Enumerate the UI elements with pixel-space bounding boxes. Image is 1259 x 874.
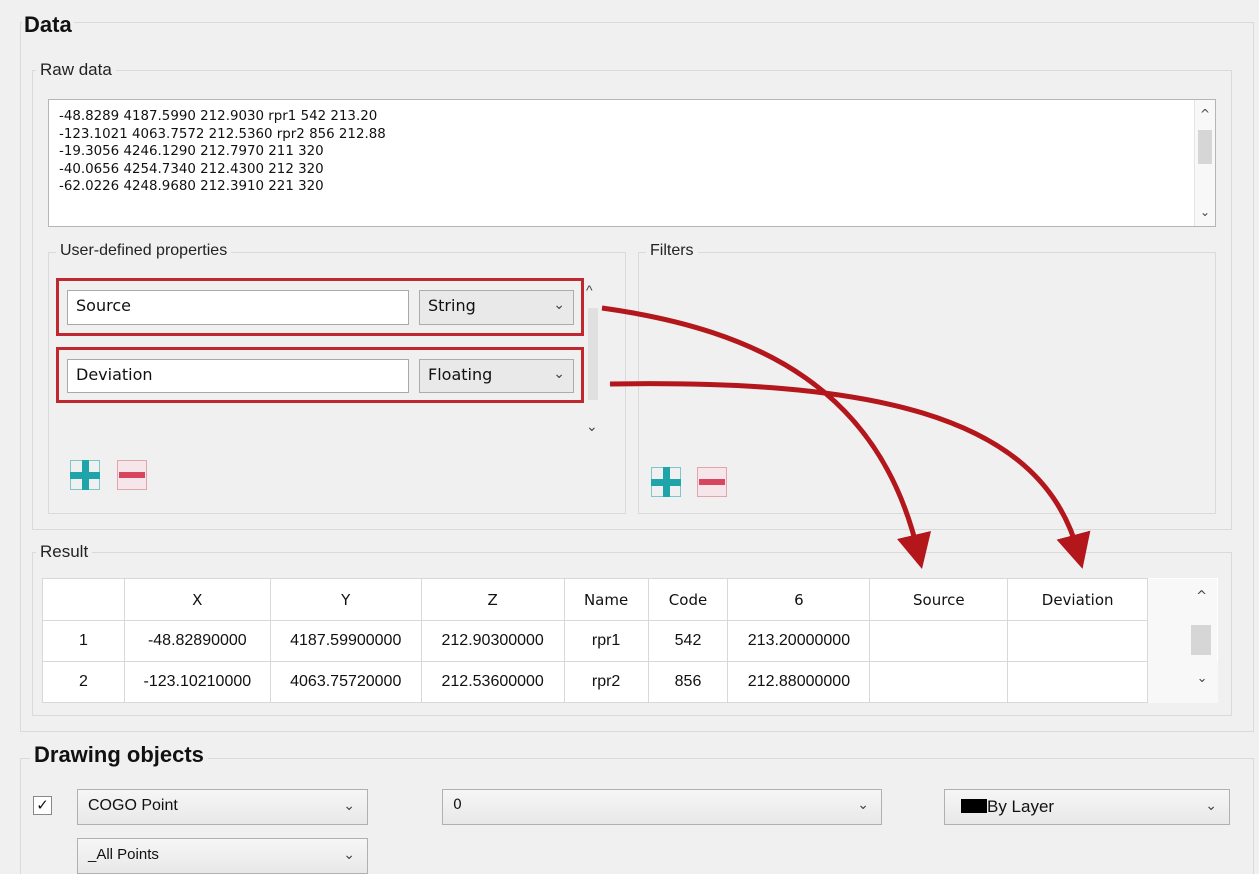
cell-deviation[interactable]	[1007, 661, 1149, 703]
cell-y[interactable]: 4187.59900000	[269, 620, 422, 662]
point-group-dropdown[interactable]: _All Points ⌄	[77, 838, 368, 874]
cell-name[interactable]: rpr1	[563, 620, 649, 662]
property-type-select[interactable]: Floating ⌄	[419, 359, 574, 393]
raw-line: -123.1021 4063.7572 212.5360 rpr2 856 21…	[59, 126, 386, 142]
row-index: 1	[42, 620, 125, 662]
cell-z[interactable]: 212.90300000	[420, 620, 565, 662]
raw-line: -48.8289 4187.5990 212.9030 rpr1 542 213…	[59, 109, 378, 124]
column-header-name[interactable]: Name	[563, 578, 649, 621]
cell-name[interactable]: rpr2	[563, 661, 649, 703]
table-scroll-thumb[interactable]	[1147, 620, 1218, 662]
color-swatch	[961, 799, 987, 813]
cell-x[interactable]: -48.82890000	[123, 620, 271, 662]
add-property-button[interactable]	[70, 460, 100, 490]
property-name-input[interactable]: Deviation	[67, 359, 409, 393]
data-section-title: Data	[22, 12, 74, 38]
cell-6[interactable]: 213.20000000	[727, 620, 871, 662]
chevron-down-icon: ⌄	[343, 846, 355, 862]
raw-line: -40.0656 4254.7340 212.4300 212 320	[59, 161, 324, 177]
property-type-value: Floating	[428, 365, 493, 384]
raw-line: -19.3056 4246.1290 212.7970 211 320	[59, 144, 324, 159]
minus-icon	[699, 479, 725, 485]
column-header-code[interactable]: Code	[647, 578, 729, 621]
column-header-6[interactable]: 6	[727, 578, 871, 621]
column-header-x[interactable]: X	[123, 578, 271, 621]
cell-6[interactable]: 212.88000000	[727, 661, 871, 703]
color-value: By Layer	[987, 797, 1055, 816]
minus-icon	[119, 472, 145, 478]
scroll-up-icon[interactable]: ^	[1196, 589, 1207, 604]
color-dropdown[interactable]: By Layer ⌄	[944, 789, 1230, 825]
cell-deviation[interactable]	[1007, 620, 1149, 662]
scroll-up-icon[interactable]: ^	[586, 282, 593, 298]
object-type-value: COGO Point	[88, 797, 178, 814]
chevron-down-icon: ⌄	[553, 297, 565, 313]
drawing-objects-title: Drawing objects	[30, 742, 208, 768]
row-index: 2	[42, 661, 125, 703]
remove-filter-button[interactable]	[697, 467, 727, 497]
properties-scrollbar[interactable]: ^ ⌄	[586, 282, 600, 438]
cell-source[interactable]	[869, 661, 1009, 703]
cell-z[interactable]: 212.53600000	[420, 661, 565, 703]
filters-label: Filters	[646, 242, 698, 260]
cell-x[interactable]: -123.10210000	[123, 661, 271, 703]
user-props-label: User-defined properties	[56, 242, 232, 260]
table-scrollbar-top[interactable]: ^	[1147, 578, 1218, 621]
scroll-down-icon[interactable]: ⌄	[1195, 204, 1215, 220]
add-filter-button[interactable]	[651, 467, 681, 497]
scroll-up-icon[interactable]: ^	[1195, 106, 1215, 122]
table-row[interactable]: 2 -123.10210000 4063.75720000 212.536000…	[42, 661, 1218, 703]
column-header-source[interactable]: Source	[869, 578, 1009, 621]
property-row-source: Source String ⌄	[56, 278, 584, 336]
column-header-deviation[interactable]: Deviation	[1007, 578, 1149, 621]
layer-dropdown[interactable]: 0 ⌄	[442, 789, 882, 825]
cell-y[interactable]: 4063.75720000	[269, 661, 422, 703]
raw-data-scrollbar[interactable]: ^ ⌄	[1194, 100, 1215, 226]
raw-data-label: Raw data	[36, 60, 116, 80]
cell-source[interactable]	[869, 620, 1009, 662]
property-row-deviation: Deviation Floating ⌄	[56, 347, 584, 403]
point-group-value: _All Points	[88, 846, 159, 863]
scroll-down-icon[interactable]: ⌄	[1197, 670, 1208, 686]
table-scrollbar-bottom[interactable]: ⌄	[1147, 661, 1218, 703]
scroll-thumb[interactable]	[588, 308, 598, 400]
cell-code[interactable]: 856	[647, 661, 729, 703]
object-type-dropdown[interactable]: COGO Point ⌄	[77, 789, 368, 825]
cell-code[interactable]: 542	[647, 620, 729, 662]
raw-line: -62.0226 4248.9680 212.3910 221 320	[59, 179, 324, 194]
remove-property-button[interactable]	[117, 460, 147, 490]
property-type-select[interactable]: String ⌄	[419, 290, 574, 325]
result-table: X Y Z Name Code 6 Source Deviation ^ 1 -…	[42, 578, 1218, 703]
chevron-down-icon: ⌄	[857, 797, 869, 813]
result-label: Result	[36, 542, 93, 562]
table-header-row: X Y Z Name Code 6 Source Deviation ^	[42, 578, 1218, 621]
chevron-down-icon: ⌄	[343, 797, 355, 813]
check-icon: ✓	[36, 797, 49, 814]
layer-value: 0	[453, 797, 462, 813]
scroll-thumb[interactable]	[1198, 130, 1212, 164]
column-header-z[interactable]: Z	[420, 578, 565, 621]
column-header-index	[42, 578, 125, 621]
enable-drawing-checkbox[interactable]: ✓	[33, 796, 52, 815]
raw-data-textarea[interactable]: -48.8289 4187.5990 212.9030 rpr1 542 213…	[48, 99, 1216, 227]
table-row[interactable]: 1 -48.82890000 4187.59900000 212.9030000…	[42, 620, 1218, 662]
chevron-down-icon: ⌄	[1205, 797, 1217, 813]
scroll-down-icon[interactable]: ⌄	[586, 418, 598, 435]
column-header-y[interactable]: Y	[269, 578, 422, 621]
property-name-input[interactable]: Source	[67, 290, 409, 325]
property-type-value: String	[428, 296, 476, 315]
chevron-down-icon: ⌄	[553, 366, 565, 382]
